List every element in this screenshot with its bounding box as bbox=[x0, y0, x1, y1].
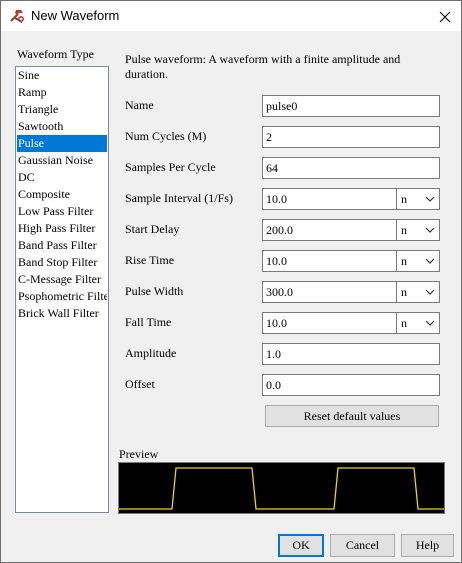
chevron-down-icon bbox=[425, 227, 435, 233]
list-item-band-stop-filter[interactable]: Band Stop Filter bbox=[17, 254, 107, 271]
start-delay-unit: n bbox=[401, 223, 407, 237]
pulse-width-field[interactable]: 300.0 bbox=[262, 281, 397, 303]
list-item-ramp[interactable]: Ramp bbox=[17, 84, 107, 101]
preview-waveform bbox=[119, 467, 444, 510]
sample-interval-field[interactable]: 10.0 bbox=[262, 188, 397, 210]
list-item-brick-wall-filter[interactable]: Brick Wall Filter bbox=[17, 305, 107, 322]
num-cycles-label: Num Cycles (M) bbox=[125, 129, 207, 143]
samples-per-cycle-label: Samples Per Cycle bbox=[125, 160, 216, 174]
chevron-down-icon bbox=[425, 258, 435, 264]
start-delay-unit-select[interactable]: n bbox=[396, 219, 440, 241]
offset-field[interactable]: 0.0 bbox=[262, 374, 440, 396]
start-delay-field[interactable]: 200.0 bbox=[262, 219, 397, 241]
rise-time-unit-select[interactable]: n bbox=[396, 250, 440, 272]
list-item-psophometric-filter[interactable]: Psophometric Filter bbox=[17, 288, 107, 305]
chevron-down-icon bbox=[425, 320, 435, 326]
waveform-description: Pulse waveform: A waveform with a finite… bbox=[125, 52, 401, 81]
list-item-high-pass-filter[interactable]: High Pass Filter bbox=[17, 220, 107, 237]
cancel-button[interactable]: Cancel bbox=[330, 534, 395, 557]
pulse-width-label: Pulse Width bbox=[125, 284, 184, 298]
fall-time-label: Fall Time bbox=[125, 315, 172, 329]
amplitude-label: Amplitude bbox=[125, 346, 177, 360]
pulse-width-unit: n bbox=[401, 285, 407, 299]
list-item-sawtooth[interactable]: Sawtooth bbox=[17, 118, 107, 135]
chevron-down-icon bbox=[425, 289, 435, 295]
close-icon bbox=[439, 11, 451, 22]
list-item-low-pass-filter[interactable]: Low Pass Filter bbox=[17, 203, 107, 220]
rise-time-unit: n bbox=[401, 254, 407, 268]
start-delay-label: Start Delay bbox=[125, 222, 180, 236]
close-button[interactable] bbox=[427, 2, 462, 31]
fall-time-field[interactable]: 10.0 bbox=[262, 312, 397, 334]
list-item-triangle[interactable]: Triangle bbox=[17, 101, 107, 118]
title-bar: New Waveform bbox=[1, 1, 461, 31]
sample-interval-label: Sample Interval (1/Fs) bbox=[125, 191, 233, 205]
list-item-c-message-filter[interactable]: C-Message Filter bbox=[17, 271, 107, 288]
fall-time-unit: n bbox=[401, 316, 407, 330]
rise-time-label: Rise Time bbox=[125, 253, 175, 267]
list-item-composite[interactable]: Composite bbox=[17, 186, 107, 203]
waveform-type-label: Waveform Type bbox=[17, 47, 94, 61]
waveform-type-list[interactable]: Sine Ramp Triangle Sawtooth Pulse Gaussi… bbox=[15, 66, 109, 513]
name-label: Name bbox=[125, 98, 154, 112]
amplitude-field[interactable]: 1.0 bbox=[262, 343, 440, 365]
list-item-dc[interactable]: DC bbox=[17, 169, 107, 186]
chevron-down-icon bbox=[425, 196, 435, 202]
name-field[interactable]: pulse0 bbox=[262, 95, 440, 117]
num-cycles-field[interactable]: 2 bbox=[262, 126, 440, 148]
preview-label: Preview bbox=[119, 447, 159, 461]
ok-button[interactable]: OK bbox=[278, 534, 324, 557]
pulse-trace bbox=[119, 467, 444, 510]
reset-defaults-button[interactable]: Reset default values bbox=[265, 405, 439, 427]
window-title: New Waveform bbox=[31, 8, 120, 23]
samples-per-cycle-field[interactable]: 64 bbox=[262, 157, 440, 179]
list-item-band-pass-filter[interactable]: Band Pass Filter bbox=[17, 237, 107, 254]
preview-panel bbox=[118, 462, 445, 514]
sample-interval-unit-select[interactable]: n bbox=[396, 188, 440, 210]
rise-time-field[interactable]: 10.0 bbox=[262, 250, 397, 272]
tools-icon bbox=[10, 10, 25, 23]
list-item-gaussian-noise[interactable]: Gaussian Noise bbox=[17, 152, 107, 169]
offset-label: Offset bbox=[125, 377, 155, 391]
list-item-pulse[interactable]: Pulse bbox=[17, 135, 107, 152]
sample-interval-unit: n bbox=[401, 192, 407, 206]
help-button[interactable]: Help bbox=[401, 534, 454, 557]
pulse-width-unit-select[interactable]: n bbox=[396, 281, 440, 303]
list-item-sine[interactable]: Sine bbox=[17, 67, 107, 84]
fall-time-unit-select[interactable]: n bbox=[396, 312, 440, 334]
